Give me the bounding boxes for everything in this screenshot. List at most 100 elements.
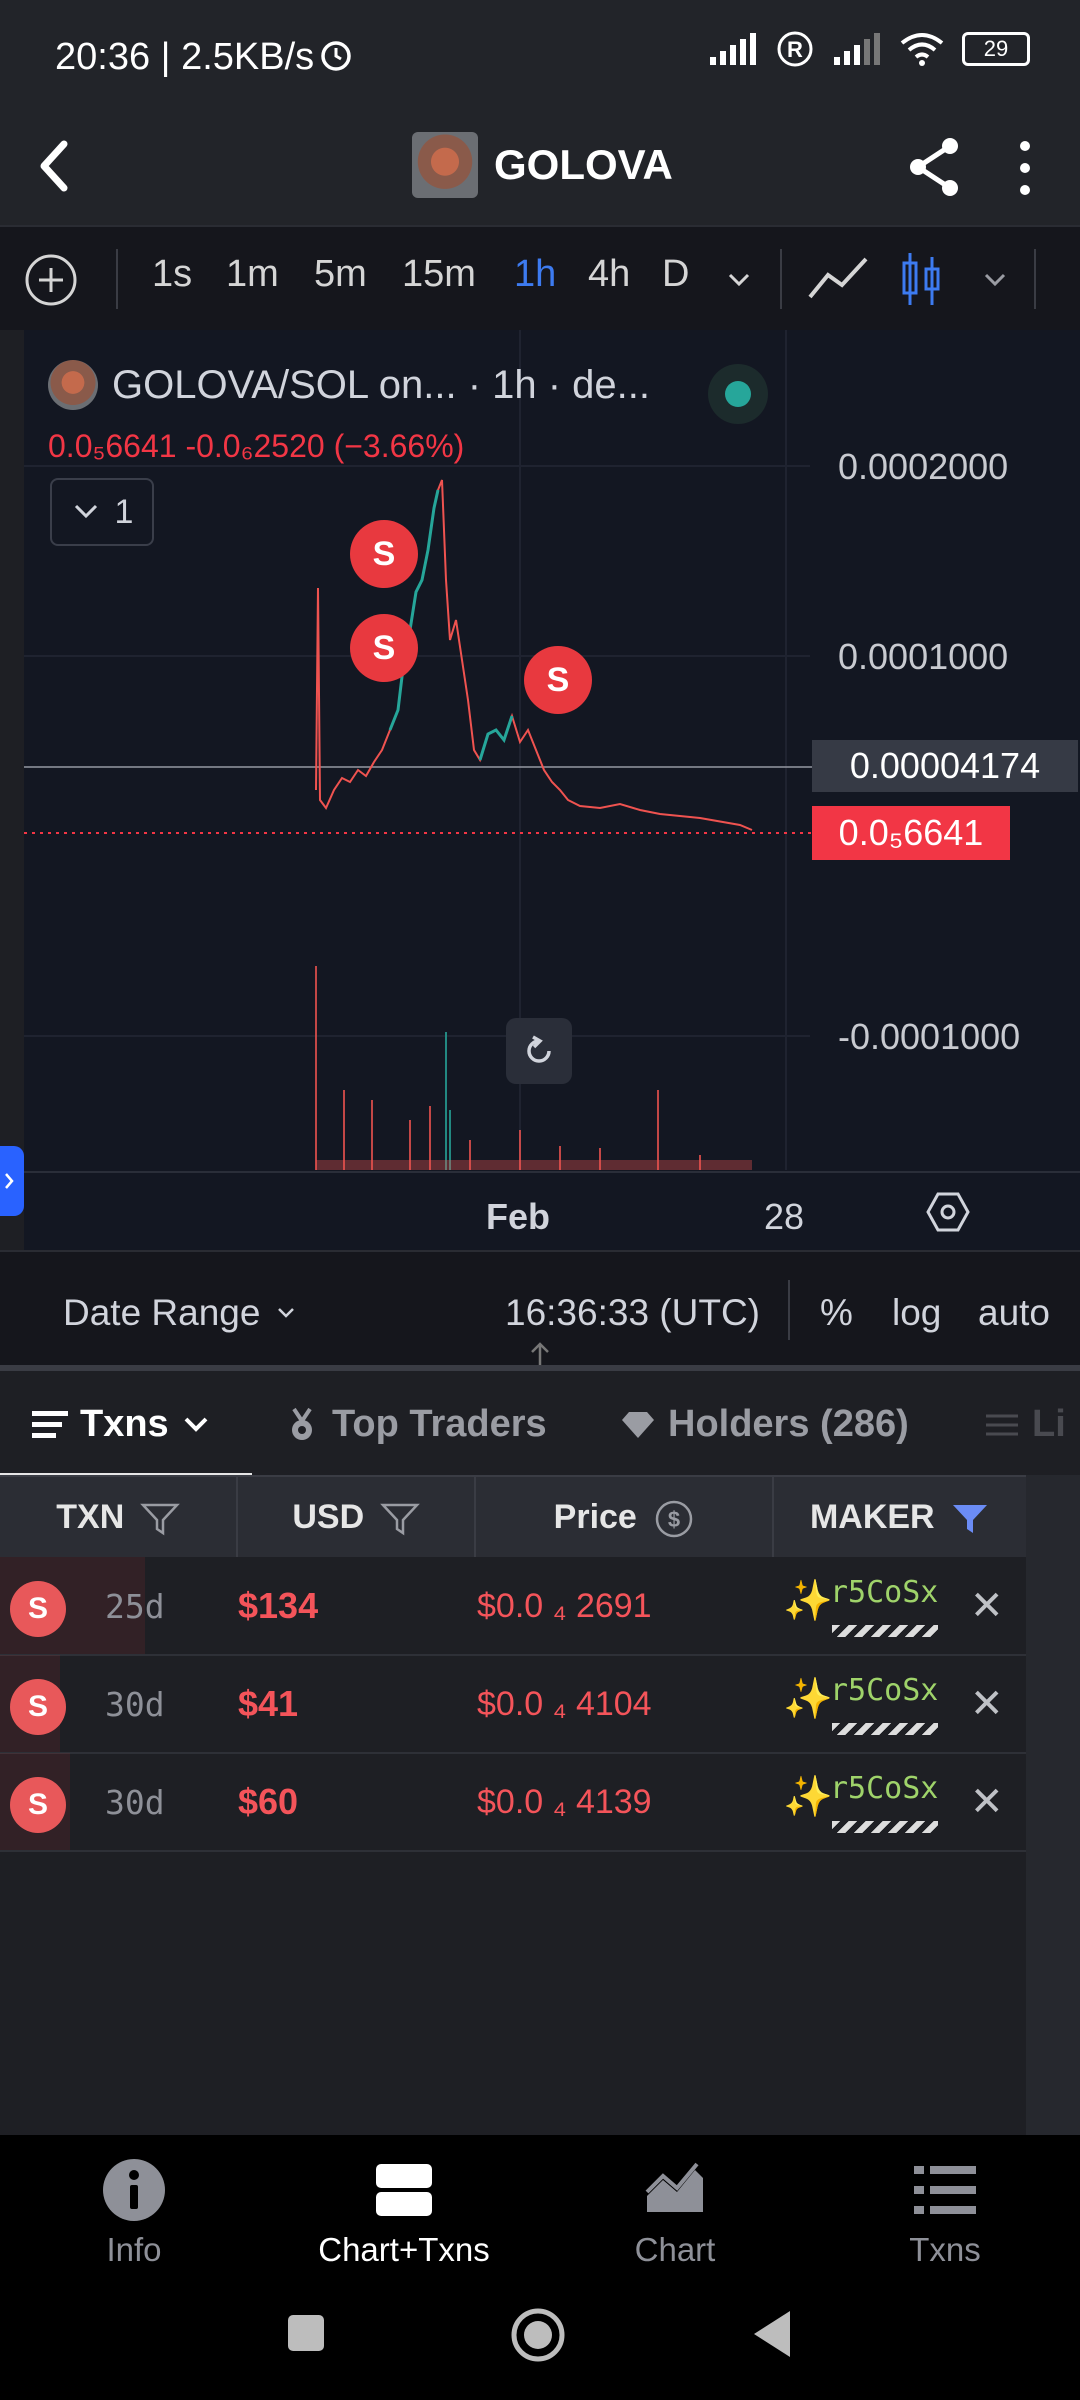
maker-stripe: [832, 1723, 938, 1735]
sparkle-icon: ✨: [783, 1677, 833, 1721]
timeframe-1h[interactable]: 1h: [514, 253, 556, 296]
chevron-down-icon: [984, 273, 1006, 287]
filter-active-icon: [953, 1505, 988, 1534]
log-scale-toggle[interactable]: log: [892, 1292, 941, 1334]
price-chart[interactable]: GOLOVA/SOL on... · 1h · de... 0.0₅6641 -…: [0, 330, 1080, 1365]
line-chart-button[interactable]: [806, 251, 870, 312]
pair-legend-text: GOLOVA/SOL on... · 1h · de...: [112, 362, 651, 407]
reset-chart-button[interactable]: [506, 1018, 572, 1084]
nav-txns[interactable]: Txns: [845, 2155, 1045, 2269]
nav-chart-txns-label: Chart+Txns: [318, 2231, 490, 2268]
drawing-tools-toggle[interactable]: [0, 1146, 24, 1216]
tab-liquidity[interactable]: Li: [984, 1403, 1066, 1446]
txn-age: 30d: [105, 1685, 165, 1724]
sell-marker[interactable]: S: [524, 646, 592, 714]
chevron-left-icon: [40, 140, 68, 192]
status-time: 20:36 | 2.5KB/s: [55, 36, 315, 78]
roaming-icon: R: [777, 31, 813, 67]
chart-type-more-button[interactable]: [980, 265, 1010, 300]
txn-tabs: Txns Top Traders Holders (286) Li: [0, 1365, 1080, 1481]
maker-stripe: [832, 1821, 938, 1833]
close-icon[interactable]: ✕: [970, 1779, 1004, 1825]
candlestick-icon: [902, 253, 940, 305]
date-range-button[interactable]: Date Range: [63, 1292, 298, 1334]
more-vertical-icon: [1020, 141, 1030, 195]
table-scroll-gutter: [1026, 1475, 1080, 2135]
maker-address[interactable]: r5CoSx: [830, 1575, 938, 1610]
txn-price: $0.0 ₄ 2691: [477, 1587, 652, 1625]
column-maker-label: MAKER: [809, 1498, 935, 1536]
hexagon-settings-icon: [926, 1192, 970, 1232]
more-menu-button[interactable]: [1010, 136, 1040, 205]
nav-chart-txns[interactable]: Chart+Txns: [304, 2155, 504, 2269]
indicator-count: 1: [114, 492, 134, 531]
sell-badge: S: [10, 1777, 66, 1833]
add-indicator-button[interactable]: [24, 253, 78, 312]
timeframe-1m[interactable]: 1m: [226, 253, 279, 296]
indicator-collapse-button[interactable]: 1: [50, 478, 154, 546]
percent-scale-toggle[interactable]: %: [820, 1292, 853, 1334]
table-row[interactable]: S 30d $41 $0.0 ₄ 4104 ✨ r5CoSx ✕: [0, 1655, 1026, 1754]
diamond-icon: [622, 1411, 654, 1438]
column-price[interactable]: Price $: [476, 1477, 774, 1557]
sparkle-icon: ✨: [783, 1775, 833, 1819]
volume-baseline: [316, 1160, 752, 1170]
home-button[interactable]: [510, 2307, 566, 2368]
signal-icon-2: [834, 33, 880, 65]
maker-address[interactable]: r5CoSx: [830, 1673, 938, 1708]
nav-chart[interactable]: Chart: [575, 2155, 775, 2269]
chart-settings-button[interactable]: [924, 1188, 972, 1241]
back-system-button[interactable]: [752, 2309, 792, 2364]
timeframe-5m[interactable]: 5m: [314, 253, 367, 296]
pair-avatar: [48, 360, 98, 410]
maker-address[interactable]: r5CoSx: [830, 1771, 938, 1806]
table-row[interactable]: S 25d $134 $0.0 ₄ 2691 ✨ r5CoSx ✕: [0, 1557, 1026, 1656]
tab-txns[interactable]: Txns: [32, 1403, 211, 1446]
square-icon: [288, 2315, 324, 2351]
column-maker[interactable]: MAKER: [774, 1477, 1026, 1557]
triangle-back-icon: [754, 2311, 790, 2357]
nav-info[interactable]: Info: [34, 2155, 234, 2269]
utc-clock[interactable]: 16:36:33 (UTC): [505, 1292, 760, 1334]
close-icon[interactable]: ✕: [970, 1681, 1004, 1727]
column-usd-label: USD: [292, 1498, 365, 1536]
toolbar-divider-3: [1034, 249, 1036, 309]
chevron-right-icon: [5, 1173, 14, 1189]
candles-chart-button[interactable]: [900, 247, 944, 316]
chevron-down-icon: [184, 1417, 208, 1432]
timeframe-15m[interactable]: 15m: [402, 253, 476, 296]
close-icon[interactable]: ✕: [970, 1583, 1004, 1629]
chart-txns-icon: [376, 2164, 432, 2216]
share-button[interactable]: [904, 132, 964, 207]
recents-button[interactable]: [286, 2313, 326, 2358]
timeframe-d[interactable]: D: [662, 253, 689, 296]
tab-top-traders[interactable]: Top Traders: [284, 1403, 547, 1446]
svg-text:$: $: [668, 1507, 680, 1532]
chart-left-border: [0, 330, 24, 1250]
column-usd[interactable]: USD: [238, 1477, 476, 1557]
sell-badge: S: [10, 1679, 66, 1735]
liquidity-icon: [986, 1414, 1018, 1435]
back-button[interactable]: [34, 136, 74, 201]
timeframe-1s[interactable]: 1s: [152, 253, 192, 296]
last-price-label: 0.0₅6641: [812, 806, 1010, 860]
column-txn[interactable]: TXN: [0, 1477, 238, 1557]
bottom-divider: [788, 1280, 790, 1340]
maker-stripe: [832, 1625, 938, 1637]
column-txn-label: TXN: [56, 1498, 125, 1536]
x-axis-label: Feb: [486, 1196, 551, 1237]
timeframe-4h[interactable]: 4h: [588, 253, 630, 296]
chart-legend: GOLOVA/SOL on... · 1h · de...: [48, 360, 650, 410]
auto-scale-toggle[interactable]: auto: [978, 1292, 1050, 1334]
sell-marker[interactable]: S: [350, 614, 418, 682]
nav-chart-label: Chart: [634, 2231, 716, 2268]
table-row[interactable]: S 30d $60 $0.0 ₄ 4139 ✨ r5CoSx ✕: [0, 1753, 1026, 1852]
timeframe-more-button[interactable]: [724, 265, 754, 300]
toolbar-divider: [116, 249, 118, 309]
tab-liquidity-label: Li: [1032, 1403, 1066, 1445]
circle-icon: [511, 2308, 565, 2362]
sell-marker[interactable]: S: [350, 520, 418, 588]
tab-holders[interactable]: Holders (286): [620, 1403, 909, 1446]
chevron-down-icon: [278, 1308, 295, 1318]
info-icon: [103, 2159, 165, 2221]
